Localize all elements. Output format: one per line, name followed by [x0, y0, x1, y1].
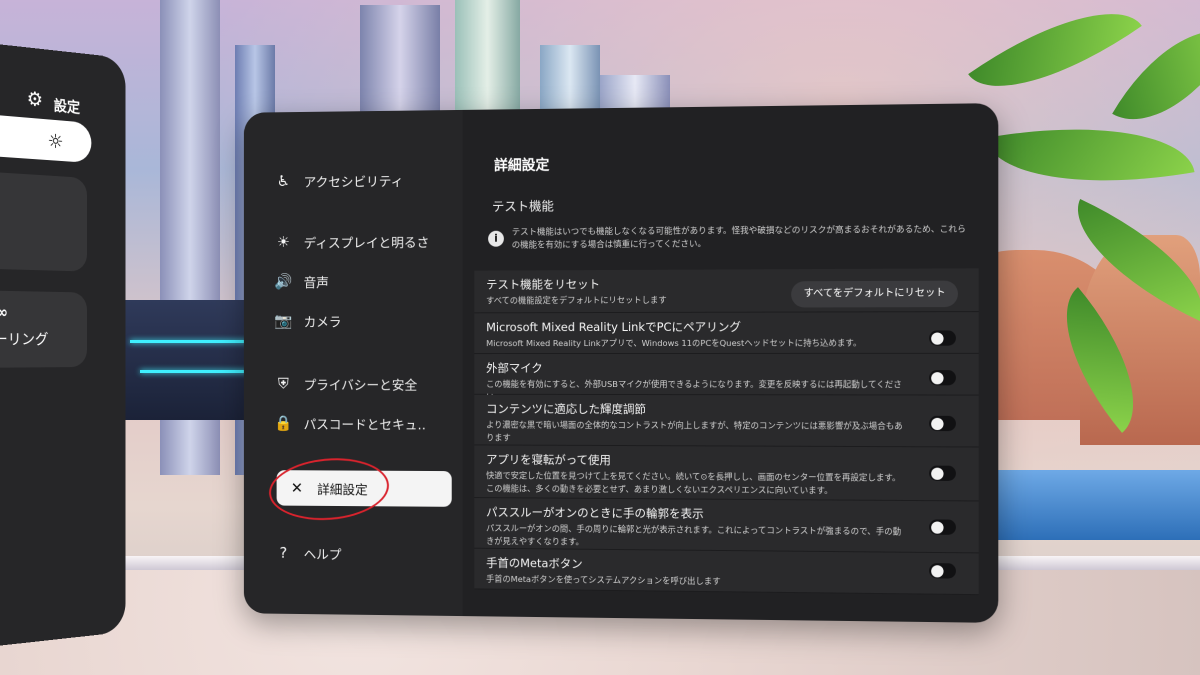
brightness-icon: ☼ [47, 129, 64, 154]
nav-item-label: ヘルプ [303, 547, 342, 563]
nav-item-label: 音声 [303, 275, 329, 291]
setting-row-wrist-meta: 手首のMetaボタン 手首のMetaボタンを使ってシステムアクションを呼び出しま… [474, 548, 979, 596]
info-icon: i [488, 230, 504, 247]
toggle-knob [931, 331, 944, 345]
quick-setting-card[interactable] [0, 170, 88, 272]
mr-link-toggle[interactable] [929, 330, 956, 346]
side-panel-title: 設定 [53, 96, 81, 117]
neon-strip [140, 370, 250, 373]
setting-description: パススルーがオンの間、手の周りに輪郭と光が表示されます。これによってコントラスト… [486, 522, 902, 547]
setting-row-mr-link: Microsoft Mixed Reality LinkでPCにペアリング Mi… [474, 312, 979, 355]
nav-item-display[interactable]: ☀ ディスプレイと明るさ [273, 223, 458, 260]
shield-icon: ⛨ [277, 374, 289, 393]
toggle-knob [931, 417, 944, 430]
accessibility-icon: ♿ [276, 172, 290, 190]
help-icon: ? [279, 543, 288, 562]
lock-icon: 🔒 [274, 414, 293, 432]
setting-description: Microsoft Mixed Reality Linkアプリで、Windows… [486, 337, 862, 349]
gear-icon: ⚙ [26, 86, 43, 112]
settings-panel: ♿ アクセシビリティ ☀ ディスプレイと明るさ 🔊 音声 📷 カメラ ⛨ プライ… [243, 103, 999, 623]
nav-item-privacy[interactable]: ⛨ プライバシーと安全 [273, 366, 458, 402]
nav-item-label: アクセシビリティ [303, 174, 404, 191]
brightness-icon: ☀ [276, 233, 290, 251]
setting-row-hand-outline: パススルーがオンのときに手の輪郭を表示 パススルーがオンの間、手の周りに輪郭と光… [474, 498, 979, 554]
toggle-knob [931, 520, 944, 534]
setting-title: 外部マイク [486, 361, 543, 375]
setting-row-external-mic: 外部マイク この機能を有効にすると、外部USBマイクが使用できるようになります。… [474, 353, 979, 402]
side-settings-panel: ⚙ 設定 ☼ ∞ ーリング [0, 40, 126, 650]
nav-item-camera[interactable]: 📷 カメラ [273, 302, 458, 338]
adaptive-brightness-toggle[interactable] [929, 415, 956, 432]
page-title: 詳細設定 [494, 157, 550, 175]
hand-outline-toggle[interactable] [929, 519, 956, 535]
nav-item-label: パスコードとセキュ‥ [303, 417, 426, 433]
setting-row-adaptive-brightness: コンテンツに適応した輝度調節 より濃密な黒で暗い場面の全体的なコントラストが向上… [474, 394, 979, 448]
background-pool [970, 470, 1200, 540]
section-title: テスト機能 [492, 198, 554, 214]
setting-title: アプリを寝転がって使用 [486, 452, 611, 467]
nav-item-label: カメラ [303, 315, 342, 331]
neon-strip [130, 340, 250, 343]
quick-setting-pill[interactable]: ☼ [0, 112, 92, 164]
settings-nav: ♿ アクセシビリティ ☀ ディスプレイと明るさ 🔊 音声 📷 カメラ ⛨ プライ… [243, 109, 463, 617]
nav-item-accessibility[interactable]: ♿ アクセシビリティ [273, 162, 458, 199]
settings-list: テスト機能をリセット すべての機能設定をデフォルトにリセットします すべてをデフ… [474, 268, 979, 596]
settings-content: 詳細設定 テスト機能 i テスト機能はいつでも機能しなくなる可能性があります。怪… [463, 103, 999, 623]
external-mic-toggle[interactable] [929, 370, 956, 386]
setting-row-reset: テスト機能をリセット すべての機能設定をデフォルトにリセットします すべてをデフ… [474, 268, 979, 314]
reset-all-button[interactable]: すべてをデフォルトにリセット [791, 280, 958, 308]
speaker-icon: 🔊 [274, 272, 293, 291]
toggle-knob [931, 467, 944, 480]
setting-description: より濃密な黒で暗い場面の全体的なコントラストが向上しますが、特定のコンテンツには… [486, 419, 903, 443]
info-notice: i テスト機能はいつでも機能しなくなる可能性があります。怪我や破損などのリスクが… [484, 224, 968, 263]
info-text: テスト機能はいつでも機能しなくなる可能性があります。怪我や破損などのリスクが高ま… [511, 224, 966, 251]
casting-card-label: ーリング [0, 330, 49, 348]
setting-title: コンテンツに適応した輝度調節 [486, 401, 646, 417]
setting-row-lying-down: アプリを寝転がって使用 快適で安定した位置を見つけて上を見てください。続いて⊙を… [474, 445, 979, 502]
lying-down-toggle[interactable] [929, 465, 956, 481]
setting-title: パススルーがオンのときに手の輪郭を表示 [486, 505, 704, 521]
setting-title: 手首のMetaボタン [486, 555, 583, 571]
nav-item-passcode[interactable]: 🔒 パスコードとセキュ‥ [273, 405, 458, 441]
casting-icon: ∞ [0, 302, 8, 322]
setting-description: 手首のMetaボタンを使ってシステムアクションを呼び出します [486, 573, 721, 587]
nav-item-label: ディスプレイと明るさ [303, 235, 430, 252]
setting-title: テスト機能をリセット [486, 277, 601, 292]
nav-item-help[interactable]: ? ヘルプ [273, 535, 458, 572]
setting-description: 快適で安定した位置を見つけて上を見てください。続いて⊙を長押しし、画面のセンター… [486, 470, 901, 496]
highlight-circle [266, 453, 392, 525]
casting-card[interactable]: ∞ ーリング [0, 290, 88, 368]
nav-item-audio[interactable]: 🔊 音声 [273, 263, 458, 299]
toggle-knob [931, 371, 944, 384]
toggle-knob [931, 564, 944, 577]
wrist-meta-toggle[interactable] [929, 563, 956, 579]
setting-title: Microsoft Mixed Reality LinkでPCにペアリング [486, 319, 742, 335]
nav-item-label: プライバシーと安全 [303, 378, 418, 394]
camera-icon: 📷 [274, 311, 293, 330]
